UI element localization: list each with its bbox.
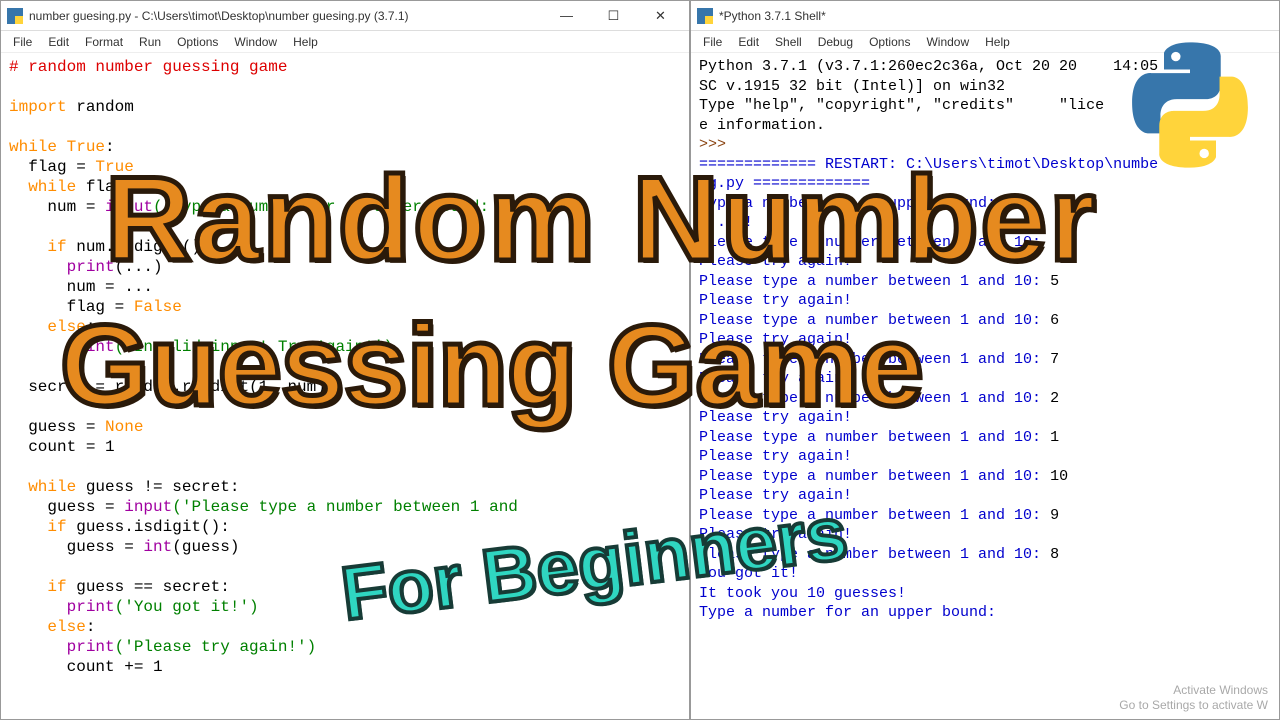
kw-if: if: [9, 238, 67, 256]
minimize-button[interactable]: —: [544, 2, 589, 30]
code-text: guess.isdigit():: [67, 518, 230, 536]
watermark-line1: Activate Windows: [1119, 683, 1268, 697]
menu-options[interactable]: Options: [861, 33, 918, 51]
code-text: guess =: [9, 418, 105, 436]
watermark-line2: Go to Settings to activate W: [1119, 698, 1268, 712]
python-shell-icon: [697, 8, 713, 24]
code-string4: ('You got it!'): [115, 598, 259, 616]
menu-help[interactable]: Help: [285, 33, 326, 51]
builtin-input2: input: [124, 498, 172, 516]
window-controls: — ☐ ✕: [544, 2, 683, 30]
kw-while2: while: [9, 178, 76, 196]
code-text: guess != secret:: [76, 478, 239, 496]
close-button[interactable]: ✕: [638, 2, 683, 30]
code-text: count += 1: [9, 658, 163, 676]
code-text: flag =: [9, 298, 134, 316]
builtin-print: print: [9, 258, 115, 276]
menu-help[interactable]: Help: [977, 33, 1018, 51]
code-text: num.isdigit():: [67, 238, 211, 256]
code-text: count = 1: [9, 438, 115, 456]
menu-edit[interactable]: Edit: [730, 33, 767, 51]
maximize-button[interactable]: ☐: [591, 2, 636, 30]
kw-if2: if: [9, 518, 67, 536]
builtin-print3: print: [9, 598, 115, 616]
code-text: flag:: [76, 178, 134, 196]
kw-false: False: [134, 298, 182, 316]
code-string2: ('Invalid input! Try Again!'): [115, 338, 393, 356]
editor-titlebar[interactable]: number guesing.py - C:\Users\timot\Deskt…: [1, 1, 689, 31]
editor-title: number guesing.py - C:\Users\timot\Deskt…: [29, 9, 544, 23]
kw-if3: if: [9, 578, 67, 596]
code-text: random.randint(1, num): [115, 378, 326, 396]
shell-output[interactable]: Python 3.7.1 (v3.7.1:260ec2c36a, Oct 20 …: [691, 53, 1279, 719]
shell-title: *Python 3.7.1 Shell*: [719, 9, 1273, 23]
menu-run[interactable]: Run: [131, 33, 169, 51]
menu-file[interactable]: File: [5, 33, 40, 51]
menu-window[interactable]: Window: [918, 33, 977, 51]
kw-none: None: [105, 418, 143, 436]
code-text: (guess): [172, 538, 239, 556]
menu-window[interactable]: Window: [226, 33, 285, 51]
menu-file[interactable]: File: [695, 33, 730, 51]
menu-shell[interactable]: Shell: [767, 33, 810, 51]
editor-window: number guesing.py - C:\Users\timot\Deskt…: [0, 0, 690, 720]
python-file-icon: [7, 8, 23, 24]
code-comment: # random number guessing game: [9, 58, 287, 76]
shell-window: *Python 3.7.1 Shell* File Edit Shell Deb…: [690, 0, 1280, 720]
kw-while3: while: [9, 478, 76, 496]
menu-options[interactable]: Options: [169, 33, 226, 51]
code-text: num =: [9, 198, 105, 216]
builtin-print2: print: [9, 338, 115, 356]
builtin-int: int: [143, 538, 172, 556]
code-text: secret =: [9, 378, 115, 396]
code-text: num = ...: [9, 278, 153, 296]
kw-else: else: [9, 318, 86, 336]
windows-activate-watermark: Activate Windows Go to Settings to activ…: [1119, 683, 1268, 712]
code-text: (...): [115, 258, 163, 276]
menu-edit[interactable]: Edit: [40, 33, 77, 51]
code-string5: ('Please try again!'): [115, 638, 317, 656]
kw-true: True: [57, 138, 105, 156]
editor-menubar: File Edit Format Run Options Window Help: [1, 31, 689, 53]
shell-menubar: File Edit Shell Debug Options Window Hel…: [691, 31, 1279, 53]
code-text: guess =: [9, 498, 124, 516]
shell-titlebar[interactable]: *Python 3.7.1 Shell*: [691, 1, 1279, 31]
menu-debug[interactable]: Debug: [810, 33, 861, 51]
kw-import: import: [9, 98, 67, 116]
code-string3: ('Please type a number between 1 and: [172, 498, 527, 516]
code-editor[interactable]: # random number guessing game import ran…: [1, 53, 689, 719]
code-text: random: [67, 98, 134, 116]
code-text: guess == secret:: [67, 578, 230, 596]
builtin-input: input: [105, 198, 153, 216]
builtin-print4: print: [9, 638, 115, 656]
code-text: guess =: [9, 538, 143, 556]
code-string: ('Type a number for an upper bound: '): [153, 198, 518, 216]
code-text: flag =: [9, 158, 95, 176]
menu-format[interactable]: Format: [77, 33, 131, 51]
kw-while: while: [9, 138, 57, 156]
kw-true2: True: [95, 158, 133, 176]
kw-else2: else: [9, 618, 86, 636]
